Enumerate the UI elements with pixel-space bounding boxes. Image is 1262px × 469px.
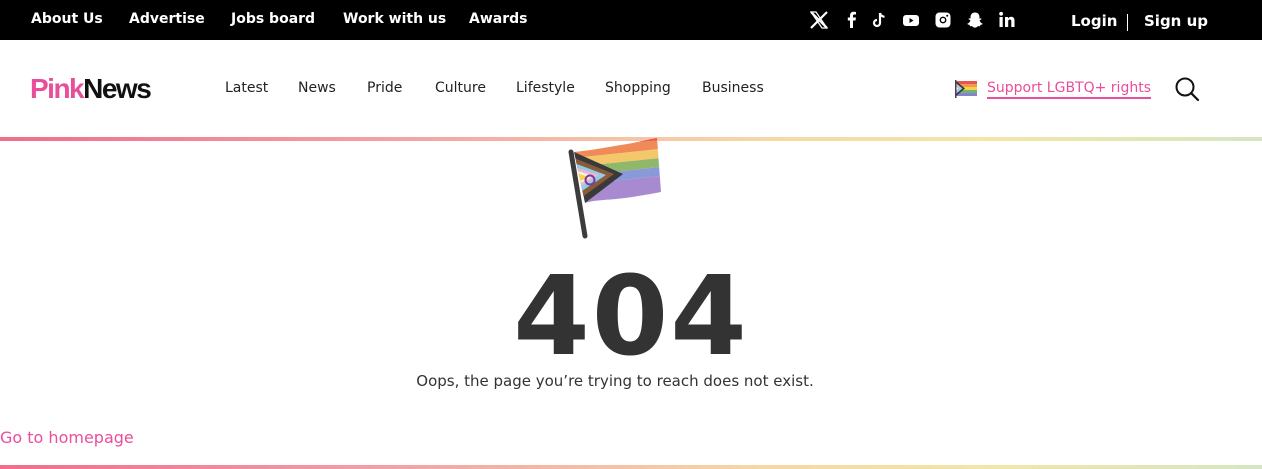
instagram-icon[interactable] [933,10,953,30]
nav-news[interactable]: News [298,80,336,96]
topbar-link-about-us[interactable]: About Us [31,11,103,27]
signup-link[interactable]: Sign up [1144,12,1208,30]
progress-pride-flag-icon [565,138,665,240]
login-link[interactable]: Login [1071,12,1117,30]
search-icon[interactable] [1174,76,1200,102]
footer-rainbow-divider [0,465,1262,469]
pride-flag-icon [955,80,977,98]
nav-business[interactable]: Business [702,80,764,96]
go-to-homepage-link[interactable]: Go to homepage [0,428,134,447]
support-label: Support LGBTQ+ rights [987,80,1151,99]
nav-culture[interactable]: Culture [435,80,486,96]
pinknews-logo[interactable]: PinkNews [30,73,152,105]
facebook-icon[interactable] [842,10,862,30]
nav-latest[interactable]: Latest [225,80,268,96]
snapchat-icon[interactable] [965,10,985,30]
support-lgbtq-link[interactable]: Support LGBTQ+ rights [954,77,1151,101]
linkedin-icon[interactable] [997,10,1017,30]
topbar-link-awards[interactable]: Awards [469,11,527,27]
error-message: Oops, the page you’re trying to reach do… [416,372,814,390]
logo-news-text: News [83,73,152,104]
nav-shopping[interactable]: Shopping [605,80,671,96]
error-code: 404 [513,252,749,380]
x-icon[interactable] [809,10,829,30]
nav-lifestyle[interactable]: Lifestyle [516,80,575,96]
tiktok-icon[interactable] [869,10,889,30]
youtube-icon[interactable] [901,10,921,30]
topbar-link-jobs-board[interactable]: Jobs board [231,11,315,27]
top-bar: About Us Advertise Jobs board Work with … [0,0,1262,40]
topbar-link-advertise[interactable]: Advertise [129,11,205,27]
auth-divider [1127,14,1128,31]
nav-pride[interactable]: Pride [367,80,402,96]
topbar-link-work-with-us[interactable]: Work with us [343,11,446,27]
logo-pink-text: Pink [30,73,85,104]
